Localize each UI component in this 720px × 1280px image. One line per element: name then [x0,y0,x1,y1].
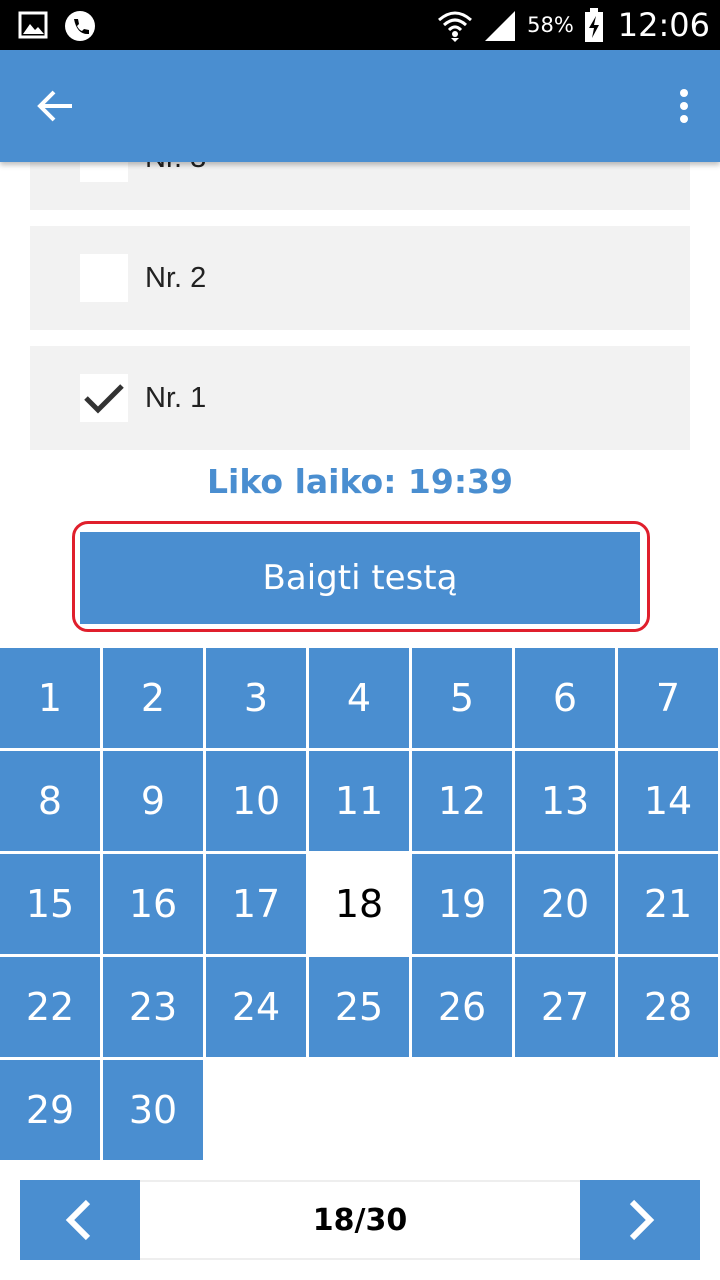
question-cell-2[interactable]: 2 [103,648,203,748]
finish-test-button[interactable]: Baigti testą [80,532,640,624]
question-cell-19[interactable]: 19 [412,854,512,954]
question-cell-3[interactable]: 3 [206,648,306,748]
question-cell-10[interactable]: 10 [206,751,306,851]
question-cell-23[interactable]: 23 [103,957,203,1057]
question-cell-21[interactable]: 21 [618,854,718,954]
status-bar: 58% 12:06 [0,0,720,50]
question-cell-29[interactable]: 29 [0,1060,100,1160]
question-cell-17[interactable]: 17 [206,854,306,954]
checkbox[interactable] [80,254,128,302]
answer-option-2[interactable]: Nr. 2 [30,226,690,330]
question-cell-7[interactable]: 7 [618,648,718,748]
question-cell-30[interactable]: 30 [103,1060,203,1160]
question-cell-25[interactable]: 25 [309,957,409,1057]
question-cell-11[interactable]: 11 [309,751,409,851]
question-cell-6[interactable]: 6 [515,648,615,748]
clock: 12:06 [617,6,710,44]
question-cell-5[interactable]: 5 [412,648,512,748]
question-cell-15[interactable]: 15 [0,854,100,954]
chevron-right-icon [629,1199,655,1241]
question-cell-24[interactable]: 24 [206,957,306,1057]
question-cell-27[interactable]: 27 [515,957,615,1057]
question-cell-16[interactable]: 16 [103,854,203,954]
question-cell-4[interactable]: 4 [309,648,409,748]
answer-option-1[interactable]: Nr. 1 [30,346,690,450]
battery-icon [584,8,603,42]
question-cell-28[interactable]: 28 [618,957,718,1057]
chevron-left-icon [65,1199,91,1241]
question-cell-22[interactable]: 22 [0,957,100,1057]
question-cell-14[interactable]: 14 [618,751,718,851]
page-indicator: 18/30 [140,1180,580,1260]
question-cell-13[interactable]: 13 [515,751,615,851]
question-cell-12[interactable]: 12 [412,751,512,851]
wifi-icon [438,11,473,42]
phone-icon [65,11,95,41]
question-cell-1[interactable]: 1 [0,648,100,748]
signal-icon [485,11,516,41]
time-remaining: Liko laiko: 19:39 [207,462,513,501]
question-cell-18[interactable]: 18 [309,854,409,954]
next-button[interactable] [580,1180,700,1260]
app-bar [0,50,720,162]
question-cell-20[interactable]: 20 [515,854,615,954]
question-cell-9[interactable]: 9 [103,751,203,851]
more-vert-icon[interactable] [678,88,690,124]
arrow-left-icon[interactable] [36,86,76,126]
question-cell-8[interactable]: 8 [0,751,100,851]
gallery-icon [18,11,48,39]
answer-label: Nr. 1 [145,382,207,414]
answer-label: Nr. 2 [145,262,207,294]
question-cell-26[interactable]: 26 [412,957,512,1057]
checkbox-checked[interactable] [80,374,128,422]
checkmark-icon [84,384,124,414]
previous-button[interactable] [20,1180,140,1260]
battery-percent: 58% [527,13,574,37]
